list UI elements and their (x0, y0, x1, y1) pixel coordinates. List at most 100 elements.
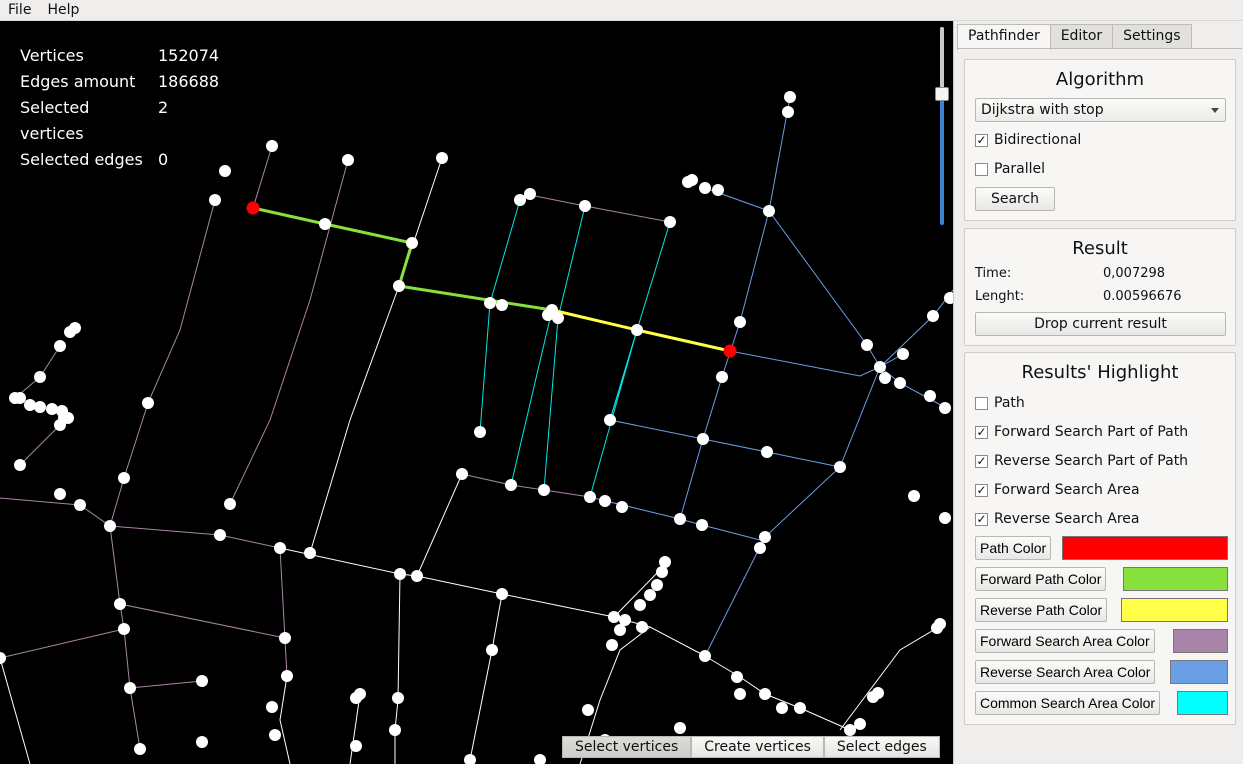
reverse-path-color-swatch[interactable] (1121, 598, 1228, 622)
reverse-area-color-swatch[interactable] (1170, 660, 1228, 684)
graph-vertex[interactable] (456, 468, 468, 480)
graph-vertex[interactable] (794, 702, 806, 714)
graph-vertex[interactable] (659, 556, 671, 568)
graph-vertex[interactable] (484, 297, 496, 309)
graph-vertex[interactable] (486, 644, 498, 656)
graph-vertex[interactable] (209, 194, 221, 206)
graph-vertex[interactable] (636, 621, 648, 633)
graph-vertex[interactable] (834, 461, 846, 473)
common-area-color-swatch[interactable] (1177, 691, 1228, 715)
graph-vertex[interactable] (697, 433, 709, 445)
graph-vertex[interactable] (104, 520, 116, 532)
graph-vertex[interactable] (496, 299, 508, 311)
graph-vertex[interactable] (46, 403, 58, 415)
select-vertices-button[interactable]: Select vertices (562, 736, 692, 758)
reverse-path-option[interactable]: ✓ Reverse Search Part of Path (975, 453, 1188, 469)
graph-vertex[interactable] (924, 390, 936, 402)
graph-vertex[interactable] (579, 200, 591, 212)
graph-vertex[interactable] (124, 682, 136, 694)
forward-path-color-button[interactable]: Forward Path Color (975, 567, 1107, 591)
graph-vertex[interactable] (582, 704, 594, 716)
graph-vertex[interactable] (699, 182, 711, 194)
graph-vertex[interactable] (897, 348, 909, 360)
graph-vertex[interactable] (674, 722, 686, 734)
graph-vertex[interactable] (34, 371, 46, 383)
graph-vertex[interactable] (74, 499, 86, 511)
select-edges-button[interactable]: Select edges (823, 736, 940, 758)
graph-vertex[interactable] (854, 718, 866, 730)
graph-vertex[interactable] (406, 237, 418, 249)
graph-vertex[interactable] (759, 688, 771, 700)
parallel-checkbox[interactable] (975, 162, 988, 176)
graph-vertex[interactable] (114, 598, 126, 610)
graph-vertex[interactable] (696, 519, 708, 531)
create-vertices-button[interactable]: Create vertices (691, 736, 824, 758)
graph-vertex[interactable] (927, 310, 939, 322)
reverse-area-checkbox[interactable]: ✓ (975, 512, 988, 526)
graph-vertex[interactable] (634, 599, 646, 611)
graph-vertex[interactable] (134, 743, 146, 755)
graph-vertex[interactable] (69, 322, 81, 334)
graph-vertex[interactable] (844, 724, 856, 736)
graph-vertex[interactable] (394, 568, 406, 580)
graph-vertex[interactable] (24, 399, 36, 411)
graph-vertex[interactable] (944, 292, 953, 304)
graph-vertex[interactable] (496, 588, 508, 600)
path-color-swatch[interactable] (1062, 536, 1228, 560)
reverse-area-option[interactable]: ✓ Reverse Search Area (975, 511, 1140, 527)
graph-vertex[interactable] (872, 687, 884, 699)
graph-vertex[interactable] (214, 529, 226, 541)
tab-editor[interactable]: Editor (1049, 24, 1114, 48)
forward-area-option[interactable]: ✓ Forward Search Area (975, 482, 1140, 498)
graph-vertex[interactable] (763, 205, 775, 217)
graph-vertex[interactable] (34, 401, 46, 413)
graph-vertex[interactable] (599, 495, 611, 507)
zoom-slider[interactable] (934, 27, 950, 225)
bidirectional-checkbox[interactable]: ✓ (975, 133, 988, 147)
path-checkbox[interactable] (975, 396, 988, 410)
forward-area-color-swatch[interactable] (1173, 629, 1228, 653)
parallel-option[interactable]: Parallel (975, 161, 1045, 177)
graph-vertex[interactable] (224, 498, 236, 510)
graph-vertex[interactable] (118, 623, 130, 635)
graph-vertex[interactable] (699, 650, 711, 662)
drop-result-button[interactable]: Drop current result (975, 312, 1226, 336)
graph-vertex[interactable] (754, 542, 766, 554)
graph-canvas[interactable]: Vertices 152074 Edges amount 186688 Select… (0, 21, 953, 764)
reverse-path-color-button[interactable]: Reverse Path Color (975, 598, 1108, 622)
graph-vertex[interactable] (716, 371, 728, 383)
graph-vertex[interactable] (350, 740, 362, 752)
graph-vertex[interactable] (651, 579, 663, 591)
forward-path-option[interactable]: ✓ Forward Search Part of Path (975, 424, 1188, 440)
graph-vertex[interactable] (608, 611, 620, 623)
menu-file[interactable]: File (0, 0, 39, 20)
graph-vertex[interactable] (281, 670, 293, 682)
graph-vertex[interactable] (266, 701, 278, 713)
graph-vertex[interactable] (62, 412, 74, 424)
menu-help[interactable]: Help (39, 0, 87, 20)
graph-vertex[interactable] (411, 570, 423, 582)
graph-vertex[interactable] (538, 484, 550, 496)
tab-pathfinder[interactable]: Pathfinder (957, 24, 1051, 50)
graph-vertex[interactable] (54, 340, 66, 352)
graph-vertex[interactable] (266, 140, 278, 152)
graph-vertex[interactable] (784, 91, 796, 103)
graph-vertex[interactable] (524, 188, 536, 200)
graph-vertex[interactable] (534, 754, 546, 764)
graph-vertex[interactable] (731, 671, 743, 683)
graph-vertex[interactable] (606, 639, 618, 651)
graph-vertex[interactable] (196, 675, 208, 687)
graph-vertex[interactable] (392, 692, 404, 704)
graph-vertex[interactable] (894, 377, 906, 389)
graph-vertex[interactable] (269, 729, 281, 741)
graph-vertex[interactable] (879, 372, 891, 384)
graph-vertex[interactable] (389, 724, 401, 736)
graph-vertex[interactable] (118, 472, 130, 484)
reverse-path-checkbox[interactable]: ✓ (975, 454, 988, 468)
graph-vertex[interactable] (664, 216, 676, 228)
path-color-button[interactable]: Path Color (975, 536, 1052, 560)
graph-vertex[interactable] (436, 152, 448, 164)
graph-vertex[interactable] (734, 688, 746, 700)
tab-settings[interactable]: Settings (1112, 24, 1192, 48)
graph-vertex[interactable] (734, 316, 746, 328)
